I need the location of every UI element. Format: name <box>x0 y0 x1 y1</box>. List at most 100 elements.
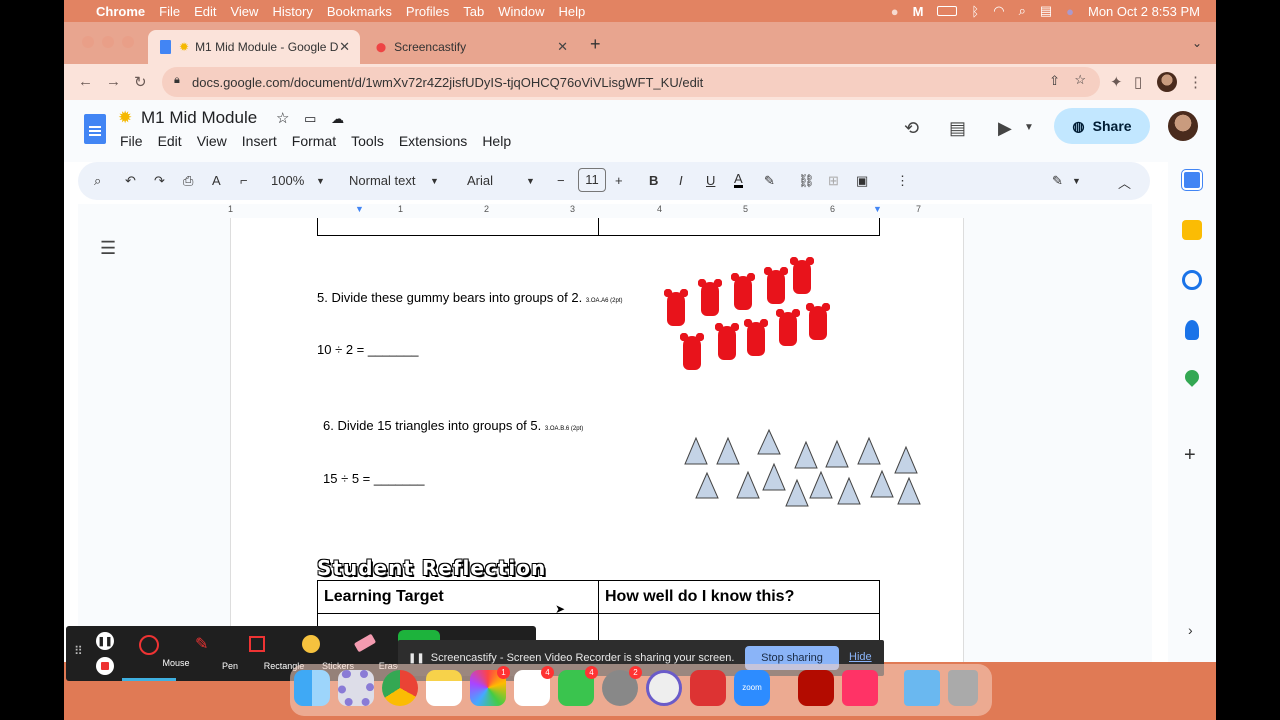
get-addons-icon[interactable]: + <box>1184 444 1196 467</box>
font-chevron-icon[interactable]: ▼ <box>526 176 535 186</box>
side-panel-icon[interactable]: ▯ <box>1134 73 1142 91</box>
menu-profiles[interactable]: Profiles <box>406 4 449 19</box>
menubar-clock[interactable]: Mon Oct 2 8:53 PM <box>1088 4 1200 19</box>
outline-icon[interactable]: ☰ <box>100 238 116 259</box>
style-select[interactable]: Normal text <box>349 173 415 188</box>
comments-icon[interactable]: ▤ <box>949 118 966 139</box>
star-icon[interactable]: ☆ <box>276 110 289 127</box>
mode-chevron-icon[interactable]: ▼ <box>1072 176 1081 186</box>
applications-folder-icon[interactable] <box>904 670 940 706</box>
menu-file[interactable]: File <box>159 4 180 19</box>
stop-recording-icon[interactable] <box>96 657 114 675</box>
zoom-chevron-icon[interactable]: ▼ <box>316 176 325 186</box>
paint-format-icon[interactable]: ⌐ <box>240 173 248 188</box>
tool-rectangle[interactable]: Rectangle <box>230 626 304 681</box>
keep-icon[interactable] <box>1182 220 1202 240</box>
gmail-icon[interactable]: M <box>913 4 924 19</box>
close-tab-icon[interactable]: ✕ <box>339 39 350 55</box>
lock-icon[interactable]: 🔒︎ <box>174 74 180 87</box>
control-center-icon[interactable]: ▤ <box>1040 3 1052 19</box>
docs-menu-help[interactable]: Help <box>482 133 511 149</box>
close-window-button[interactable] <box>82 36 94 48</box>
drag-handle-icon[interactable]: ⠿ <box>74 644 83 658</box>
menu-edit[interactable]: Edit <box>194 4 216 19</box>
search-menus-icon[interactable]: ⌕ <box>94 173 101 189</box>
document-page[interactable]: 5. Divide these gummy bears into groups … <box>230 218 964 662</box>
print-icon[interactable]: ⎙ <box>183 173 193 189</box>
docs-menu-view[interactable]: View <box>197 133 227 149</box>
launchpad-icon[interactable] <box>338 670 374 706</box>
calendar-icon[interactable] <box>1182 170 1202 190</box>
gummy-bears-image[interactable] <box>664 256 837 376</box>
add-comment-icon[interactable]: ⊞ <box>828 173 839 189</box>
battery-icon[interactable] <box>937 6 958 16</box>
text-color-icon[interactable]: A <box>734 172 743 188</box>
minimize-window-button[interactable] <box>102 36 114 48</box>
docs-menu-tools[interactable]: Tools <box>351 133 384 149</box>
system-settings-icon[interactable]: 2 <box>602 666 642 706</box>
docs-menu-file[interactable]: File <box>120 133 143 149</box>
tasks-icon[interactable] <box>1182 270 1202 290</box>
increase-font-icon[interactable]: + <box>615 173 623 188</box>
wifi-icon[interactable]: ◠ <box>993 3 1004 19</box>
show-side-panel-icon[interactable]: › <box>1188 622 1193 638</box>
spellcheck-icon[interactable]: A <box>212 173 221 188</box>
extensions-icon[interactable]: ✦ <box>1110 73 1123 91</box>
docs-menu-format[interactable]: Format <box>292 133 336 149</box>
back-icon[interactable]: ← <box>78 73 93 90</box>
docs-logo-icon[interactable] <box>84 114 106 144</box>
acrobat-icon[interactable] <box>798 670 834 706</box>
mic-icon[interactable]: ● <box>891 4 899 19</box>
new-tab-icon[interactable]: + <box>590 34 601 55</box>
italic-icon[interactable]: I <box>679 173 683 188</box>
tab-docs[interactable]: ✹ M1 Mid Module - Google D ✕ <box>148 30 360 64</box>
menu-tab[interactable]: Tab <box>463 4 484 19</box>
tab-screencastify[interactable]: ⬤ Screencastify ✕ <box>364 30 578 64</box>
menu-window[interactable]: Window <box>498 4 544 19</box>
messages-icon[interactable]: 4 <box>558 666 598 706</box>
font-select[interactable]: Arial <box>467 173 493 188</box>
meet-icon[interactable]: ▶ <box>998 118 1012 139</box>
triangles-image[interactable] <box>681 428 931 508</box>
chrome-menu-icon[interactable]: ⋮ <box>1188 73 1203 91</box>
meet-dropdown-icon[interactable]: ▼ <box>1024 122 1034 133</box>
horizontal-ruler[interactable]: 1 ▼ 1 2 3 4 5 6 ▼ 7 <box>78 204 1152 218</box>
contacts-icon[interactable] <box>1185 320 1199 340</box>
zoom-select[interactable]: 100% <box>271 173 304 188</box>
share-button[interactable]: ◍ Share <box>1054 108 1150 144</box>
pause-recording-icon[interactable]: ❚❚ <box>96 632 114 650</box>
underline-icon[interactable]: U <box>706 173 715 188</box>
app-icon[interactable] <box>646 670 682 706</box>
menu-chrome[interactable]: Chrome <box>96 4 145 19</box>
more-options-icon[interactable]: ⋮ <box>896 173 909 189</box>
right-indent-marker-icon[interactable]: ▼ <box>873 204 882 214</box>
reminders-icon[interactable]: 4 <box>514 666 554 706</box>
left-indent-marker-icon[interactable]: ▼ <box>355 204 364 214</box>
move-folder-icon[interactable]: ▭ <box>304 111 316 126</box>
docs-menu-edit[interactable]: Edit <box>158 133 182 149</box>
version-history-icon[interactable]: ⟲ <box>904 118 919 139</box>
profile-avatar[interactable] <box>1157 72 1177 92</box>
chrome-app-icon[interactable] <box>382 670 418 706</box>
highlight-icon[interactable]: ✎ <box>764 173 775 189</box>
omnibox[interactable]: 🔒︎ docs.google.com/document/d/1wmXv72r4Z… <box>162 67 1100 97</box>
style-chevron-icon[interactable]: ▼ <box>430 176 439 186</box>
decrease-font-icon[interactable]: − <box>557 173 565 188</box>
cloud-status-icon[interactable]: ☁ <box>331 111 344 126</box>
doc-title[interactable]: M1 Mid Module <box>141 108 257 127</box>
menu-bookmarks[interactable]: Bookmarks <box>327 4 392 19</box>
docs-menu-insert[interactable]: Insert <box>242 133 277 149</box>
docs-menu-extensions[interactable]: Extensions <box>399 133 467 149</box>
link-icon[interactable]: ⛓ <box>798 173 815 189</box>
photos-icon[interactable]: 1 <box>470 666 510 706</box>
bluetooth-icon[interactable]: ᛒ <box>971 4 979 19</box>
notes-icon[interactable] <box>426 670 462 706</box>
hide-menus-icon[interactable]: ︿ <box>1118 173 1131 192</box>
undo-icon[interactable]: ↶ <box>125 173 136 189</box>
spotlight-icon[interactable]: ⌕ <box>1019 3 1026 19</box>
tab-search-chevron-icon[interactable]: ⌄ <box>1192 36 1202 50</box>
photo-booth-icon[interactable] <box>690 670 726 706</box>
account-avatar[interactable] <box>1168 111 1198 141</box>
redo-icon[interactable]: ↷ <box>154 173 165 189</box>
hide-banner-link[interactable]: Hide <box>849 651 872 663</box>
